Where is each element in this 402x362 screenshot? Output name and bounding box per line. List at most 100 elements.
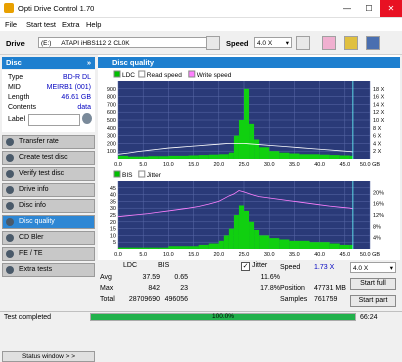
legend-swatch (113, 70, 121, 78)
label-input[interactable] (28, 114, 80, 126)
start-part-button[interactable]: Start part (350, 295, 396, 307)
data-bar (269, 151, 280, 159)
length-label: Length (8, 94, 30, 101)
nav-item-create-test-disc[interactable]: Create test disc (2, 151, 95, 165)
erase-icon[interactable] (322, 36, 336, 50)
nav-item-verify-test-disc[interactable]: Verify test disc (2, 167, 95, 181)
nav-label: Create test disc (19, 154, 68, 161)
max-bis: 23 (180, 285, 188, 292)
data-bar (188, 246, 199, 249)
legend-label: Write speed (197, 72, 232, 79)
legend-swatch (113, 170, 121, 178)
data-bar (309, 242, 320, 249)
data-bar (349, 155, 353, 159)
y-tick-label: 10 (110, 233, 116, 239)
speed-stat-value: 1.73 X (314, 264, 335, 271)
contents-label: Contents (8, 104, 37, 111)
avg-label: Avg (100, 274, 112, 281)
nav-item-extra-tests[interactable]: Extra tests (2, 263, 95, 277)
avg-bis: 0.65 (174, 274, 188, 281)
data-bar (158, 156, 169, 159)
y-tick-label: 15 (110, 227, 116, 233)
nav-label: Verify test disc (19, 170, 65, 177)
close-button[interactable]: ✕ (380, 0, 402, 17)
drive-name: ATAPI iHBS112 2 CL0K (61, 40, 130, 47)
data-bar (128, 156, 139, 159)
data-bar (244, 88, 250, 159)
data-bar (233, 135, 239, 159)
y-right-tick-label: 10 X (373, 118, 385, 124)
nav-item-disc-info[interactable]: Disc info (2, 199, 95, 213)
main-panel: Disc quality LDC Read speed Write speed 100… (98, 55, 400, 311)
speed-stat-label: Speed (280, 264, 301, 271)
nav-item-cd-bler[interactable]: CD Bler (2, 231, 95, 245)
length-value: 46.61 GB (61, 94, 91, 101)
data-bar (259, 235, 270, 249)
x-tick-label: 35.0 (289, 162, 300, 168)
x-tick-label: 10.0 (163, 252, 174, 258)
nav-item-disc-quality[interactable]: Disc quality (2, 215, 95, 229)
data-bar (168, 246, 179, 249)
chevron-icon[interactable]: » (87, 57, 91, 69)
apply-speed-icon[interactable] (296, 36, 310, 50)
stats-panel: LDC BIS Avg 37.59 0.65 Max 842 23 Total … (98, 260, 400, 311)
max-label: Max (100, 285, 114, 292)
x-tick-label: 40.0 (314, 162, 325, 168)
y-tick-label: 30 (110, 206, 116, 212)
speed-select[interactable]: 4.0 X ▾ (254, 37, 292, 48)
nav-item-transfer-rate[interactable]: Transfer rate (2, 135, 95, 149)
data-bar (218, 154, 229, 159)
x-tick-label: 40.0 (314, 252, 325, 258)
contents-value: data (77, 104, 91, 111)
nav-icon (6, 250, 14, 258)
menu-help[interactable]: Help (86, 20, 101, 29)
menu-start-test[interactable]: Start test (26, 20, 56, 29)
start-full-button[interactable]: Start full (350, 278, 396, 290)
jitter-label: Jitter (252, 262, 268, 269)
copy-icon[interactable] (344, 36, 358, 50)
nav-label: CD Bler (19, 234, 44, 241)
maximize-button[interactable]: ☐ (358, 0, 380, 17)
data-bar (309, 154, 320, 159)
data-bar (208, 154, 219, 159)
y-right-tick-label: 12 X (373, 110, 385, 116)
test-speed-select[interactable]: 4.0 X ▾ (350, 262, 396, 273)
total-label: Total (100, 296, 115, 303)
x-tick-label: 5.0 (139, 162, 147, 168)
y-tick-label: 100 (107, 149, 116, 155)
nav-label: Extra tests (19, 266, 53, 273)
data-bar (249, 221, 255, 249)
panel-title: Disc quality (112, 58, 155, 67)
max-ldc: 842 (148, 285, 160, 292)
y-tick-label: 500 (107, 118, 116, 124)
refresh-icon[interactable] (206, 36, 220, 50)
minimize-button[interactable]: — (336, 0, 358, 17)
col-bis: BIS (158, 262, 170, 269)
menu-extra[interactable]: Extra (62, 20, 80, 29)
col-ldc: LDC (123, 262, 138, 269)
settings-icon[interactable] (82, 113, 92, 124)
jitter-checkbox[interactable]: ✓ (241, 262, 250, 271)
data-bar (319, 154, 330, 159)
y-tick-label: 900 (107, 87, 116, 93)
menu-file[interactable]: File (5, 20, 17, 29)
menu-bar: File Start test Extra Help (0, 18, 402, 31)
data-bar (168, 155, 179, 159)
bis-chart: BIS Jitter 51015202530354045 4% 8% 12% 16% 20% 0… (110, 170, 384, 258)
y-tick-label: 300 (107, 134, 116, 140)
y-tick-label: 20 (110, 220, 116, 226)
y-tick-label: 800 (107, 95, 116, 101)
data-bar (299, 154, 310, 159)
nav-item-fe-te[interactable]: FE / TE (2, 247, 95, 261)
y-tick-label: 40 (110, 193, 116, 199)
status-window-button[interactable]: Status window > > (2, 351, 95, 362)
nav-item-drive-info[interactable]: Drive info (2, 183, 95, 197)
title-bar: Opti Drive Control 1.70 — ☐ ✕ (0, 0, 402, 18)
samples-label: Samples (280, 296, 308, 303)
data-bar (228, 228, 234, 249)
save-icon[interactable] (366, 36, 380, 50)
legend-swatch (188, 70, 196, 78)
nav-label: Transfer rate (19, 138, 59, 145)
drive-select[interactable]: (E:) ATAPI iHBS112 2 CL0K ▾ (38, 37, 218, 48)
data-bar (238, 205, 244, 249)
